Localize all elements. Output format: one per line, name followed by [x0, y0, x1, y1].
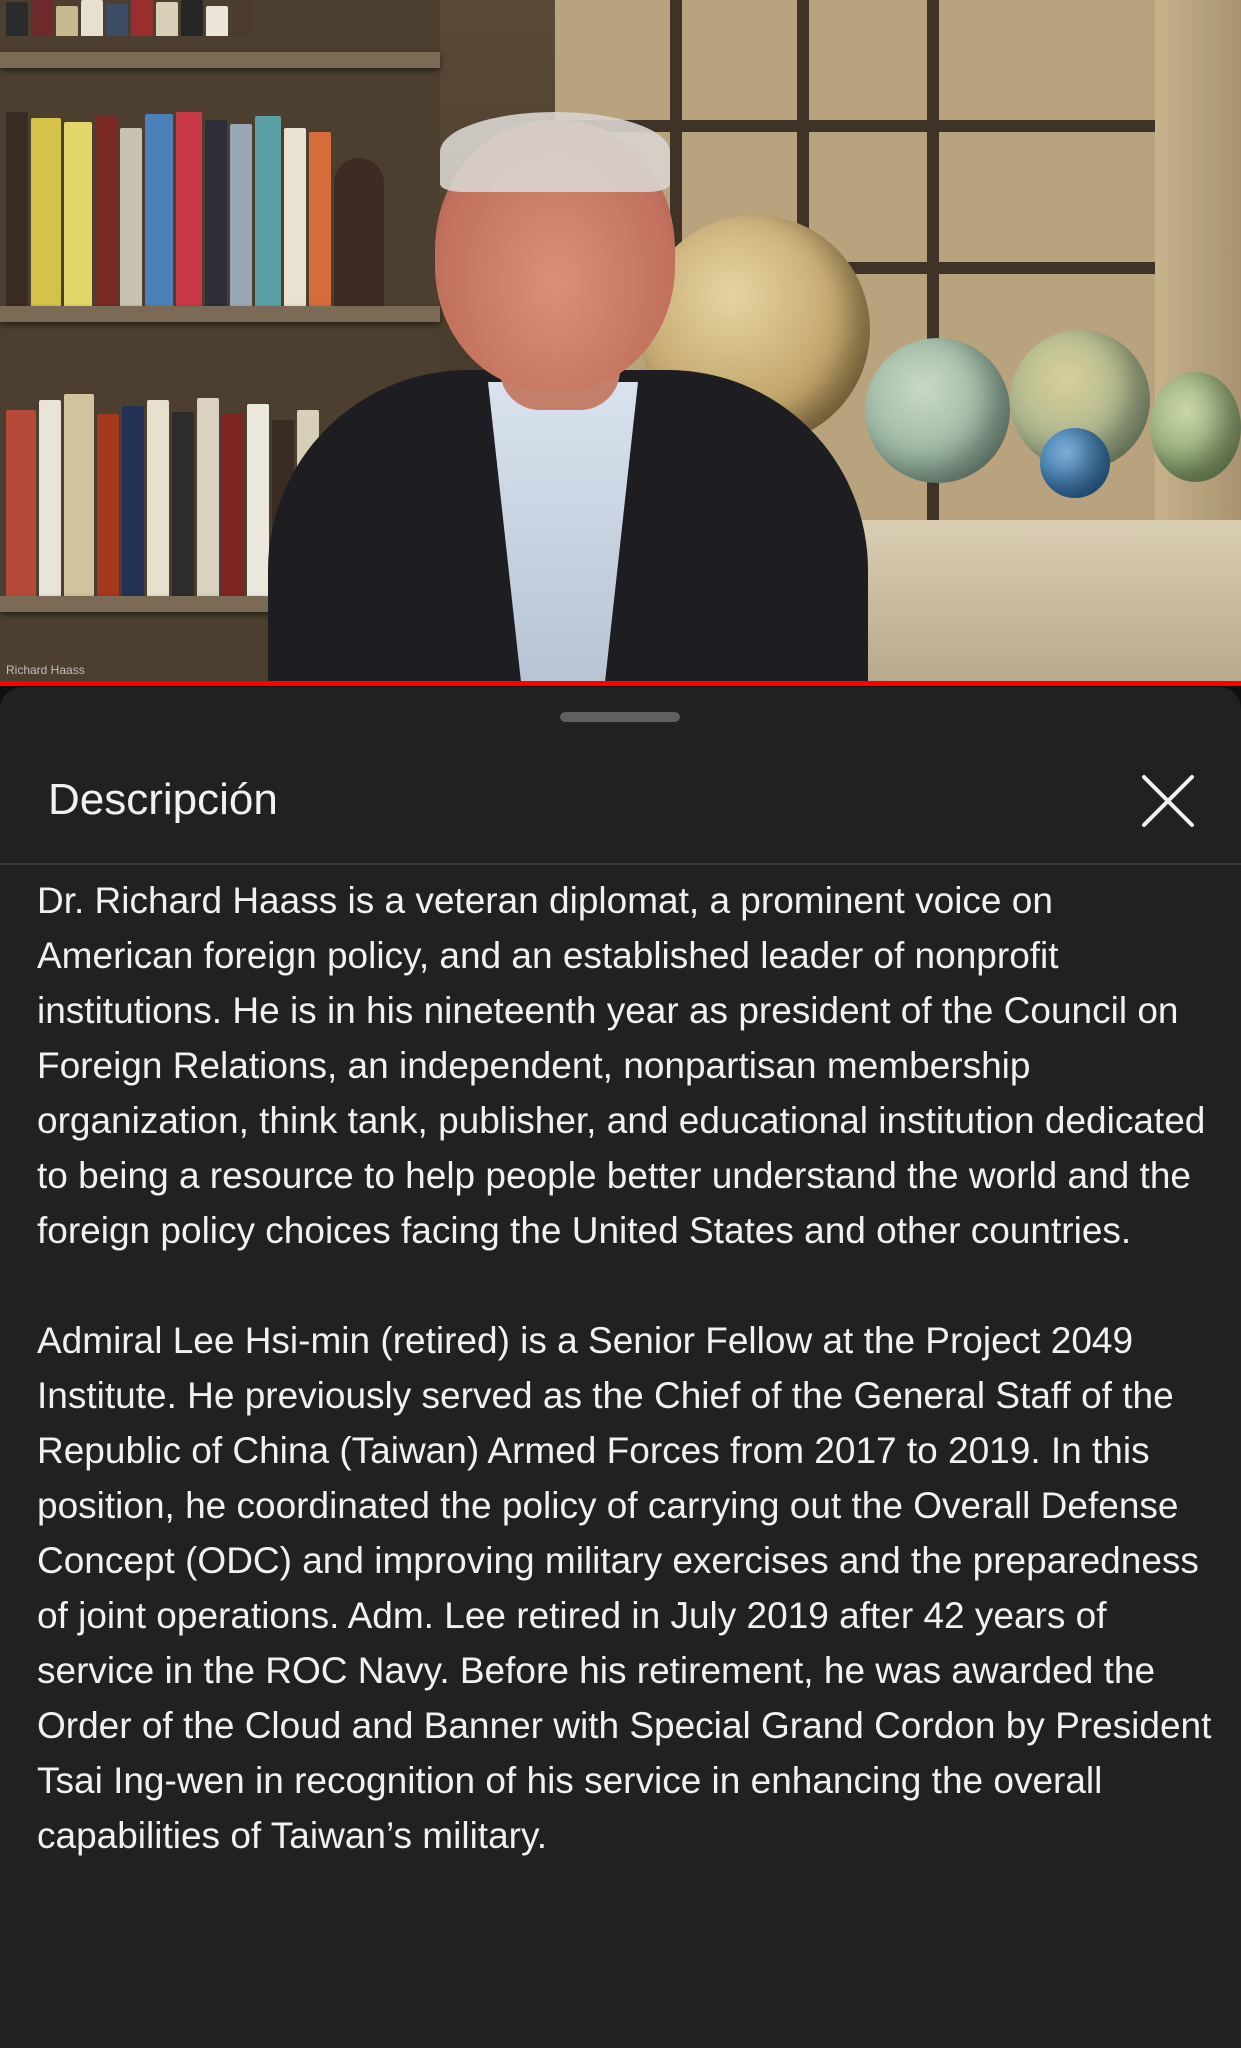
panel-title: Descripción	[48, 775, 278, 824]
close-icon	[1142, 775, 1194, 827]
speaker-hair	[440, 112, 670, 192]
drag-handle[interactable]	[560, 712, 680, 722]
video-progress-bar[interactable]	[0, 681, 1241, 686]
bookshelf-row-middle	[0, 108, 440, 308]
description-paragraph: Admiral Lee Hsi-min (retired) is a Senio…	[37, 1320, 1212, 1856]
description-panel: Descripción Dr. Richard Haass is a veter…	[0, 687, 1241, 2048]
description-text: Dr. Richard Haass is a veteran diplomat,…	[37, 873, 1217, 1918]
globe-medium	[865, 338, 1010, 483]
background-cabinet	[860, 520, 1241, 686]
globe-edge	[1150, 372, 1241, 482]
app-screen: Richard Haass Descripción Dr. Richard Ha…	[0, 0, 1241, 2048]
close-button[interactable]	[1138, 771, 1198, 831]
bookshelf-row-top	[0, 0, 440, 36]
panel-header: Descripción	[0, 735, 1241, 865]
description-paragraph: Dr. Richard Haass is a veteran diplomat,…	[37, 880, 1206, 1251]
shelf-board	[0, 52, 440, 68]
globe-small	[1040, 428, 1110, 498]
shelf-board	[0, 306, 440, 322]
video-player[interactable]: Richard Haass	[0, 0, 1241, 686]
participant-name-overlay: Richard Haass	[6, 663, 85, 677]
